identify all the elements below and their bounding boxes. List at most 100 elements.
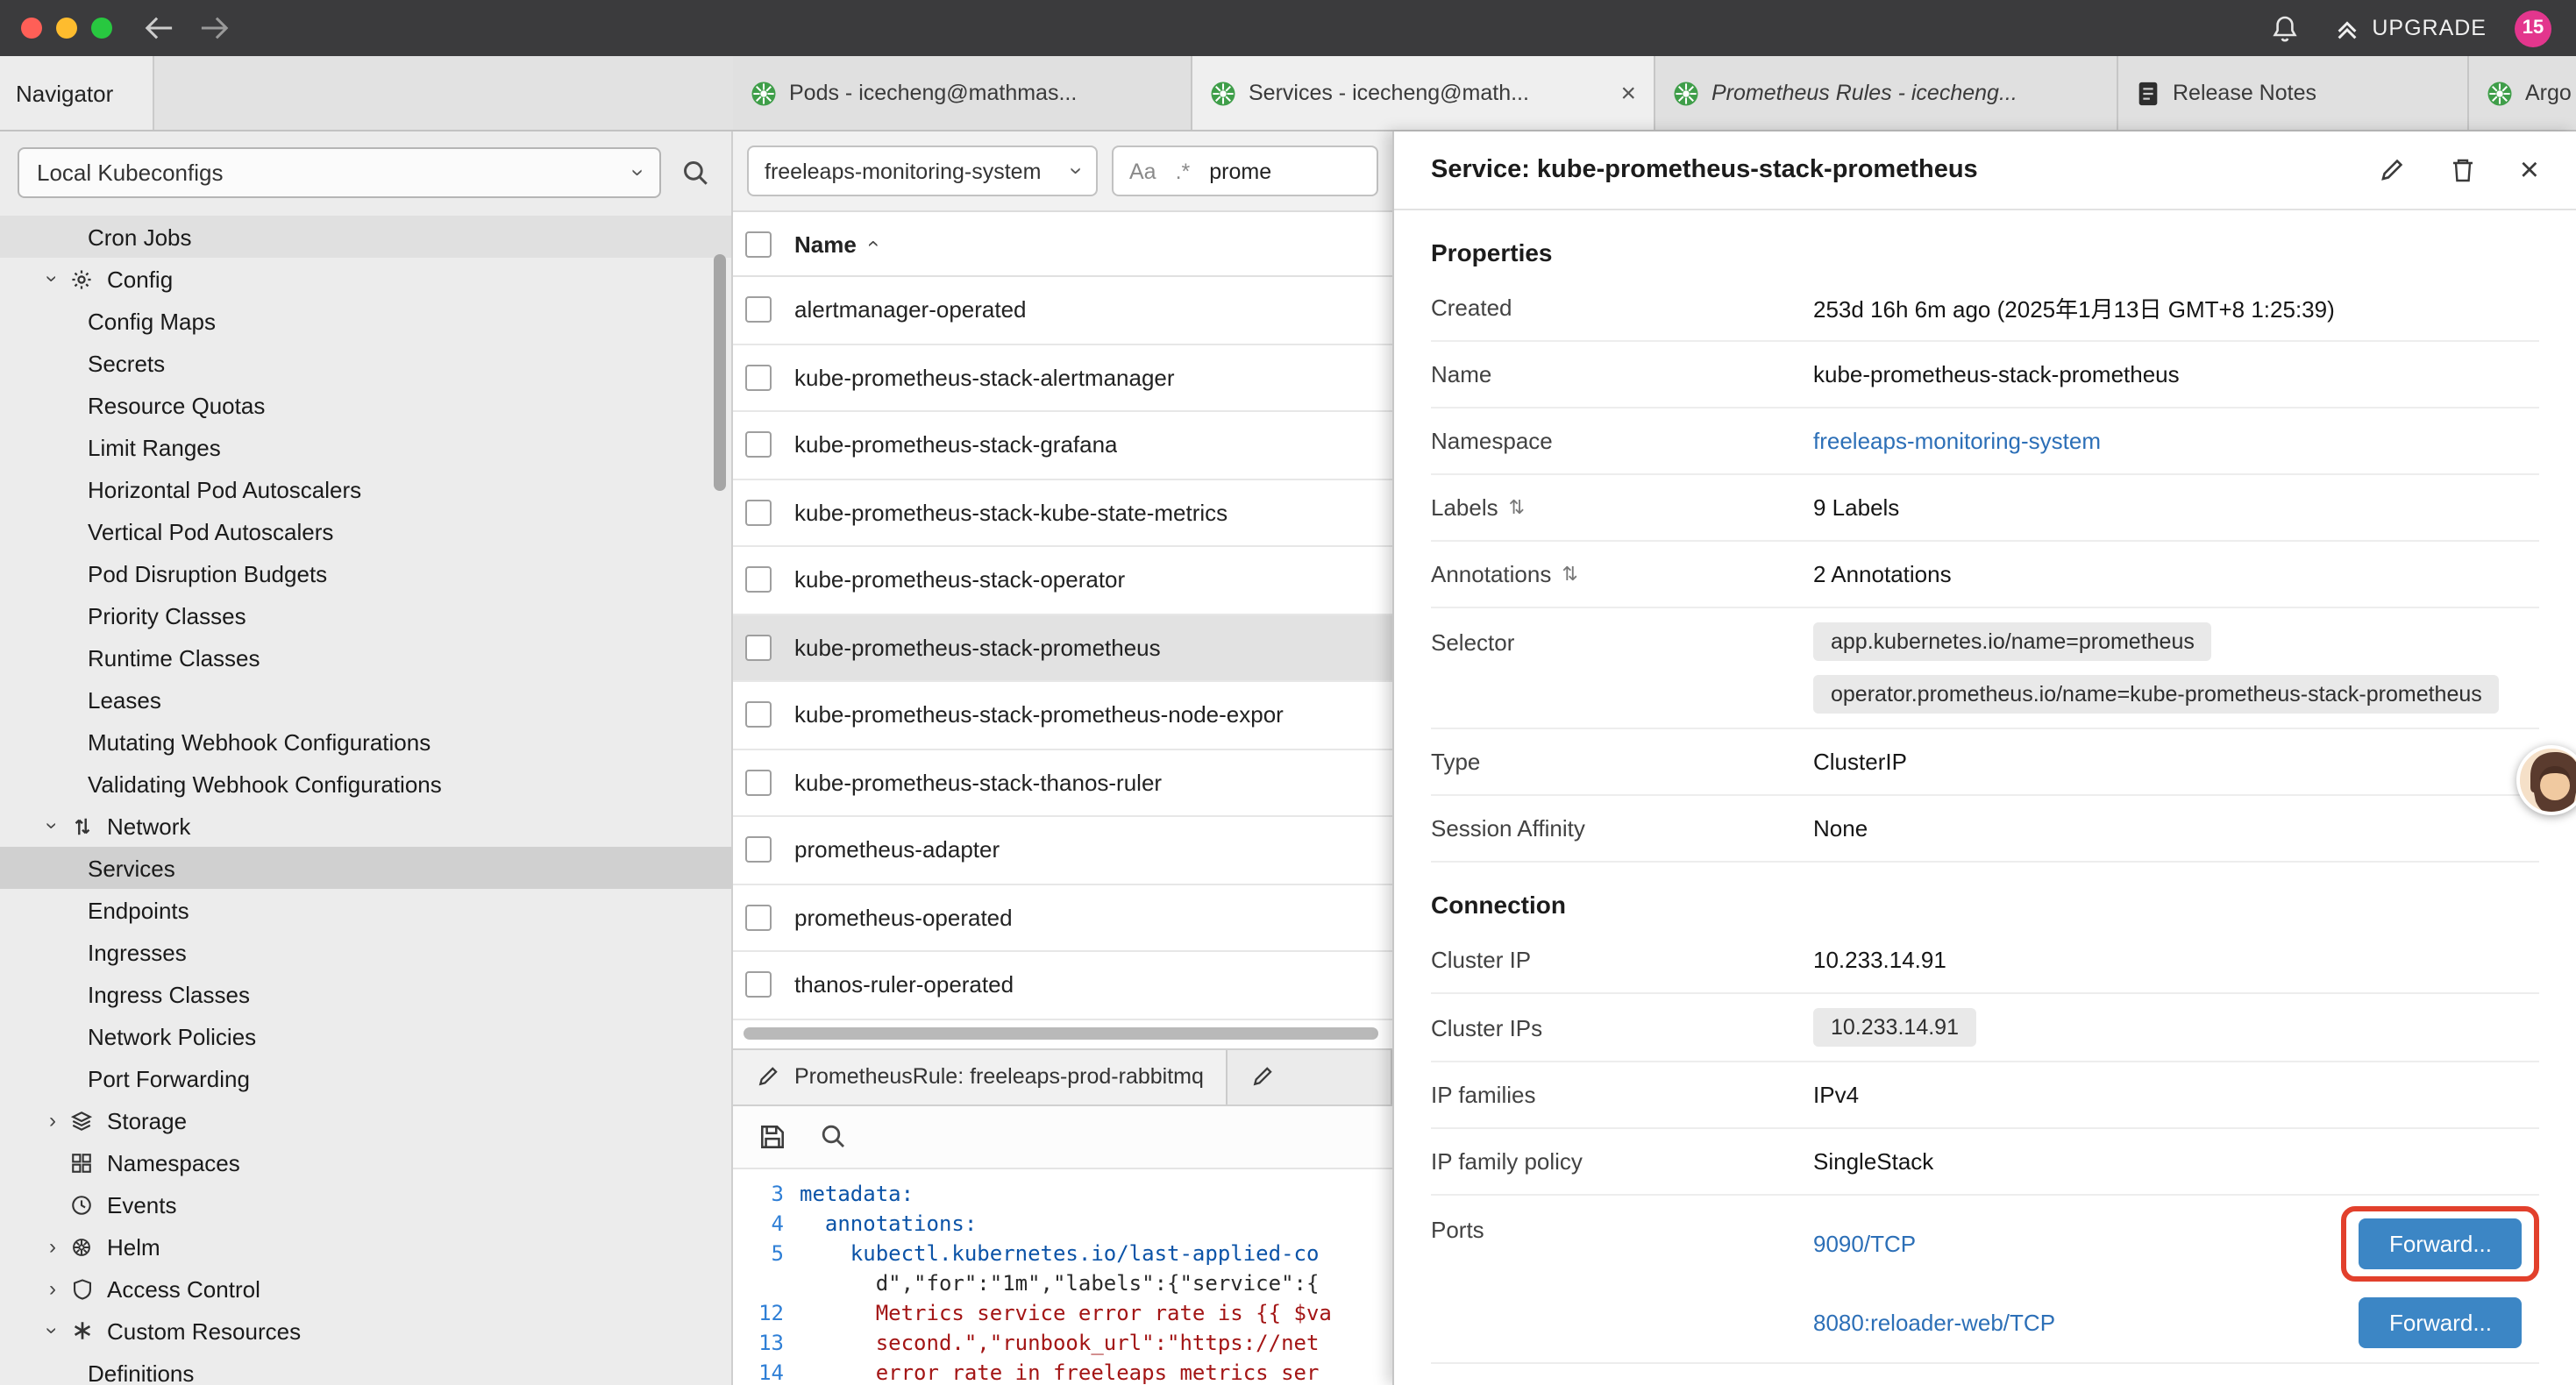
sidebar-item-events[interactable]: Events [0,1183,731,1225]
sidebar-item-endpoints[interactable]: Endpoints [0,889,731,931]
row-checkbox[interactable] [745,837,772,863]
sidebar-item-config[interactable]: ›Config [0,258,731,300]
table-row[interactable]: kube-prometheus-stack-operator [733,547,1392,614]
row-checkbox[interactable] [745,972,772,998]
sort-updown-icon[interactable]: ⇅ [1509,496,1525,519]
port-link[interactable]: 9090/TCP [1813,1231,1916,1257]
upgrade-button[interactable]: UPGRADE [2333,15,2487,41]
edit-resource-icon[interactable] [2378,156,2406,184]
kubeconfig-selector[interactable]: Local Kubeconfigs › [18,146,661,197]
sidebar-item-helm[interactable]: ›Helm [0,1225,731,1268]
table-row[interactable]: alertmanager-operated [733,277,1392,344]
forward-arrow-icon[interactable] [200,16,230,40]
table-row[interactable]: kube-prometheus-stack-alertmanager [733,344,1392,412]
row-checkbox[interactable] [745,905,772,931]
sidebar-item-port-forwarding[interactable]: Port Forwarding [0,1057,731,1099]
match-case-toggle[interactable]: Aa [1129,159,1156,183]
namespace-filter-dropdown[interactable]: freeleaps-monitoring-system › [747,146,1098,196]
sidebar-item-vertical-pod-autoscalers[interactable]: Vertical Pod Autoscalers [0,510,731,552]
sidebar-item-horizontal-pod-autoscalers[interactable]: Horizontal Pod Autoscalers [0,468,731,510]
table-row[interactable]: kube-prometheus-stack-prometheus-node-ex… [733,682,1392,749]
row-checkbox[interactable] [745,365,772,391]
zoom-window-button[interactable] [91,18,112,39]
forward-button[interactable]: Forward... [2359,1218,2522,1269]
forward-button[interactable]: Forward... [2359,1297,2522,1348]
sidebar-item-network-policies[interactable]: Network Policies [0,1015,731,1057]
row-checkbox[interactable] [745,770,772,796]
table-row[interactable]: kube-prometheus-stack-grafana [733,412,1392,479]
chevron-right-icon: › [39,1108,67,1133]
row-checkbox[interactable] [745,635,772,661]
close-tab-icon[interactable]: × [1613,78,1636,108]
sidebar-item-runtime-classes[interactable]: Runtime Classes [0,636,731,678]
editor-tab-partial[interactable] [1228,1049,1392,1104]
tab-prometheus-rules-icechen[interactable]: Prometheus Rules - icecheng... [1655,56,2118,130]
table-row[interactable]: kube-prometheus-stack-thanos-ruler [733,749,1392,817]
navigator-tab[interactable]: Navigator [0,56,154,130]
row-value: 9 Labels [1813,494,1899,521]
sidebar-item-limit-ranges[interactable]: Limit Ranges [0,426,731,468]
sidebar-item-secrets[interactable]: Secrets [0,342,731,384]
horizontal-scrollbar-thumb[interactable] [744,1026,1378,1039]
kubernetes-icon [1210,80,1236,106]
sidebar-item-access-control[interactable]: ›Access Control [0,1268,731,1310]
sidebar-item-cron-jobs[interactable]: Cron Jobs [0,216,731,258]
sidebar-item-label: Validating Webhook Configurations [88,771,442,797]
sidebar-item-pod-disruption-budgets[interactable]: Pod Disruption Budgets [0,552,731,594]
delete-resource-icon[interactable] [2450,156,2476,184]
sidebar-item-validating-webhook-configurations[interactable]: Validating Webhook Configurations [0,763,731,805]
column-header-name[interactable]: Name › [794,231,876,257]
table-row[interactable]: thanos-ruler-operated [733,952,1392,1019]
row-checkbox[interactable] [745,432,772,458]
sidebar-item-network[interactable]: ›Network [0,805,731,847]
table-row[interactable]: kube-prometheus-stack-kube-state-metrics [733,479,1392,547]
sidebar-item-ingress-classes[interactable]: Ingress Classes [0,973,731,1015]
tab-release-notes[interactable]: Release Notes [2118,56,2469,130]
table-search-input[interactable]: Aa .* prome [1112,146,1378,196]
port-link[interactable]: 8080:reloader-web/TCP [1813,1310,2055,1336]
tab-services-icecheng-math[interactable]: Services - icecheng@math...× [1192,56,1655,130]
table-row[interactable]: kube-prometheus-stack-prometheus [733,614,1392,682]
table-row[interactable]: prometheus-adapter [733,817,1392,884]
sidebar-item-config-maps[interactable]: Config Maps [0,300,731,342]
row-checkbox[interactable] [745,702,772,728]
regex-toggle[interactable]: .* [1176,159,1191,183]
editor-search-icon[interactable] [819,1122,847,1150]
sidebar-item-storage[interactable]: ›Storage [0,1099,731,1141]
minimize-window-button[interactable] [56,18,77,39]
sidebar-item-services[interactable]: Services [0,847,731,889]
yaml-editor[interactable]: 3metadata:4 annotations:5 kubectl.kubern… [733,1168,1392,1385]
sidebar-item-namespaces[interactable]: Namespaces [0,1141,731,1183]
back-arrow-icon[interactable] [144,16,174,40]
drawer-row-labels: Labels⇅9 Labels [1431,475,2539,542]
sidebar-item-ingresses[interactable]: Ingresses [0,931,731,973]
row-value-link[interactable]: freeleaps-monitoring-system [1813,428,2101,454]
save-icon[interactable] [758,1121,787,1151]
sort-updown-icon[interactable]: ⇅ [1562,563,1577,586]
lens-app-window: UPGRADE 15 Navigator Pods - icecheng@mat… [0,0,2576,1385]
code-text: annotations: [800,1209,977,1239]
close-window-button[interactable] [21,18,42,39]
sidebar-item-label: Ingress Classes [88,981,250,1007]
row-value: 253d 16h 6m ago (2025年1月13日 GMT+8 1:25:3… [1813,291,2335,324]
sidebar-item-custom-resources[interactable]: ›Custom Resources [0,1310,731,1352]
table-row[interactable]: prometheus-operated [733,884,1392,952]
tab-argo-se[interactable]: Argo Se [2469,56,2576,130]
row-checkbox[interactable] [745,297,772,323]
sidebar-item-priority-classes[interactable]: Priority Classes [0,594,731,636]
close-drawer-icon[interactable]: × [2520,153,2539,187]
sidebar-item-definitions[interactable]: Definitions [0,1352,731,1385]
sidebar-item-mutating-webhook-configurations[interactable]: Mutating Webhook Configurations [0,721,731,763]
sidebar-item-leases[interactable]: Leases [0,678,731,721]
tab-pods-icecheng-mathmas[interactable]: Pods - icecheng@mathmas... [733,56,1192,130]
editor-tab-prometheusrule[interactable]: PrometheusRule: freeleaps-prod-rabbitmq [733,1049,1228,1104]
notifications-bell-icon[interactable] [2270,13,2298,43]
horizontal-scrollbar[interactable] [733,1019,1392,1048]
sidebar-search-icon[interactable] [680,157,710,187]
row-checkbox[interactable] [745,567,772,593]
sidebar-scrollbar-thumb[interactable] [714,254,726,491]
row-checkbox[interactable] [745,500,772,526]
sidebar-item-resource-quotas[interactable]: Resource Quotas [0,384,731,426]
select-all-checkbox[interactable] [745,231,772,257]
notification-count-badge[interactable]: 15 [2515,10,2551,46]
